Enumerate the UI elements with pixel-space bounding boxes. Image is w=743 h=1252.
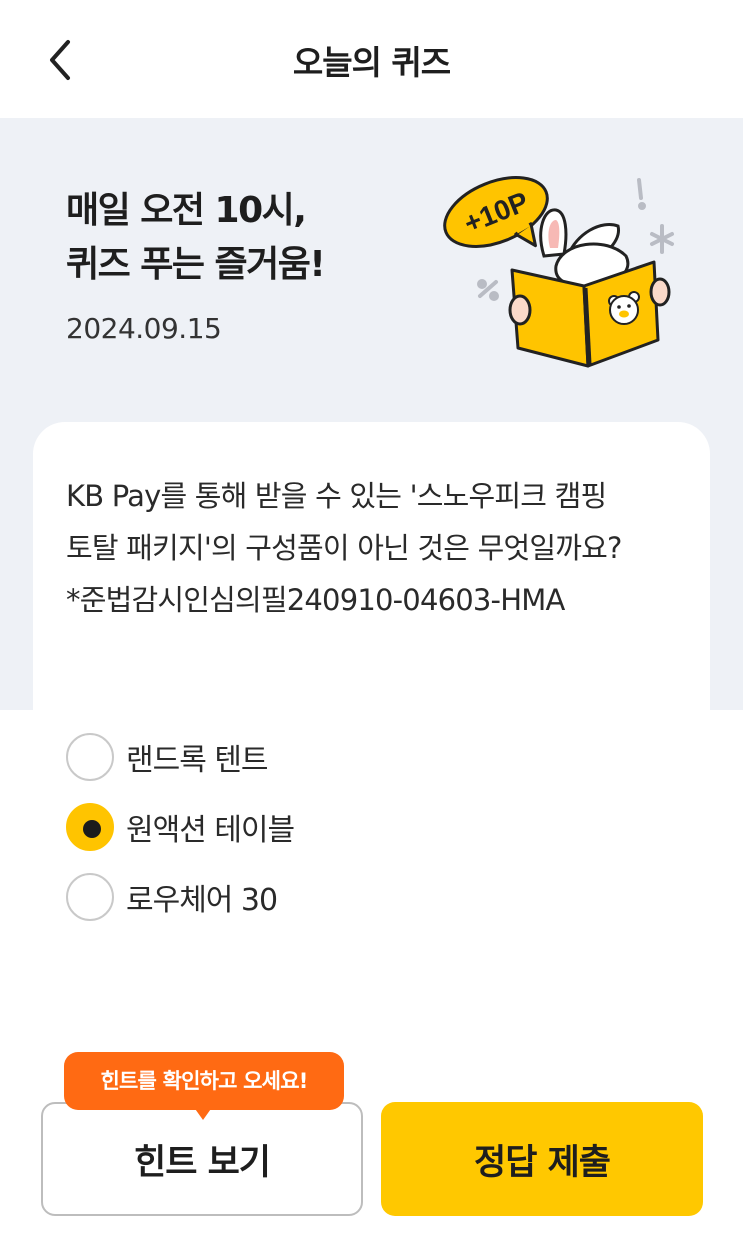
- hero-title: 매일 오전 10시, 퀴즈 푸는 즐거움!: [66, 184, 326, 292]
- option-label: 로우체어 30: [126, 883, 278, 918]
- option-label: 랜드록 텐트: [126, 743, 269, 778]
- submit-answer-button[interactable]: 정답 제출: [381, 1102, 703, 1216]
- app-header: 오늘의 퀴즈: [0, 0, 743, 118]
- option-1[interactable]: 원액션 테이블: [66, 792, 295, 862]
- quiz-date: 2024.09.15: [66, 312, 222, 345]
- hero-title-line1: 매일 오전 10시,: [66, 190, 307, 231]
- hint-tooltip-tail: [193, 1106, 213, 1120]
- radio-button[interactable]: [66, 733, 114, 781]
- answer-options: 랜드록 텐트 원액션 테이블 로우체어 30: [66, 722, 295, 932]
- option-2[interactable]: 로우체어 30: [66, 862, 294, 932]
- page-title: 오늘의 퀴즈: [292, 43, 451, 82]
- option-label: 원액션 테이블: [126, 813, 295, 848]
- question-text: KB Pay를 통해 받을 수 있는 '스노우피크 캠핑 토탈 패키지'의 구성…: [66, 479, 622, 617]
- hint-tooltip: 힌트를 확인하고 오세요!: [64, 1052, 344, 1110]
- option-0[interactable]: 랜드록 텐트: [66, 722, 294, 792]
- bunny-reading-book-illustration: +10P: [443, 176, 674, 368]
- hero-title-line2: 퀴즈 푸는 즐거움!: [66, 244, 326, 285]
- radio-button[interactable]: [66, 873, 114, 921]
- radio-button-selected[interactable]: [66, 803, 114, 851]
